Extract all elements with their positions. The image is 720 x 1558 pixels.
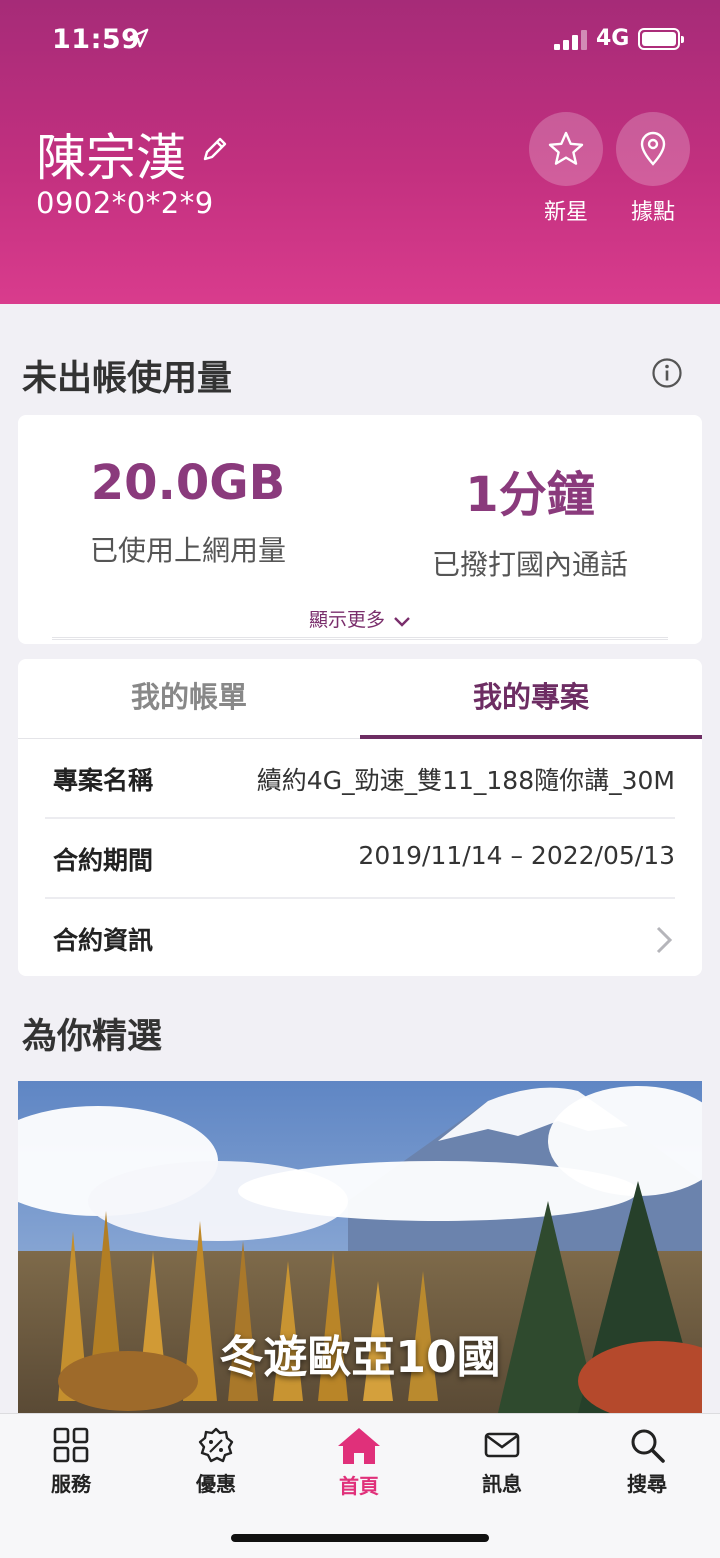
nav-home-label: 首頁	[339, 1474, 379, 1498]
usage-card: 20.0GB 已使用上網用量 1分鐘 已撥打國內通話 顯示更多	[18, 415, 702, 644]
contract-period-value: 2019/11/14 – 2022/05/13	[358, 841, 675, 870]
signal-icon	[554, 30, 588, 50]
user-phone: 0902*0*2*9	[36, 186, 214, 220]
nav-offers[interactable]: 優惠	[166, 1426, 266, 1497]
new-star-button[interactable]: 新星	[529, 112, 603, 226]
star-icon	[548, 131, 584, 165]
location-pin-icon	[640, 131, 666, 166]
header: 11:59 4G 陳宗漢 0902*0*2*9 新星 據點	[0, 0, 720, 304]
show-more-button[interactable]: 顯示更多	[18, 605, 702, 632]
data-usage: 20.0GB 已使用上網用量	[38, 455, 338, 569]
plan-name-key: 專案名稱	[53, 766, 154, 795]
voice-usage-value: 1分鐘	[465, 467, 595, 523]
pencil-edit-icon[interactable]	[200, 134, 230, 164]
data-usage-value: 20.0GB	[90, 455, 286, 511]
location-arrow-icon	[129, 28, 149, 48]
status-bar: 11:59 4G	[0, 0, 720, 80]
voice-usage-label: 已撥打國內通話	[431, 548, 628, 581]
plan-name-row: 專案名稱 續約4G_勁速_雙11_188隨你講_30M	[45, 739, 675, 819]
nav-offers-label: 優惠	[196, 1472, 236, 1496]
chevron-down-icon	[394, 617, 410, 627]
nav-services-label: 服務	[51, 1472, 91, 1496]
grid-icon	[53, 1427, 89, 1463]
home-icon	[338, 1428, 380, 1464]
info-icon[interactable]	[651, 357, 683, 389]
featured-section-title: 為你精選	[22, 1017, 163, 1057]
divider	[52, 637, 668, 640]
nav-messages-label: 訊息	[482, 1472, 522, 1496]
contract-info-row[interactable]: 合約資訊	[45, 899, 675, 979]
data-usage-label: 已使用上網用量	[89, 534, 286, 567]
mail-icon	[484, 1432, 520, 1458]
nav-messages[interactable]: 訊息	[452, 1426, 552, 1497]
nav-services[interactable]: 服務	[21, 1426, 121, 1497]
locations-label: 據點	[630, 200, 675, 225]
tab-my-bill[interactable]: 我的帳單	[18, 659, 360, 739]
voice-usage: 1分鐘 已撥打國內通話	[380, 455, 680, 583]
home-indicator	[231, 1534, 489, 1542]
contract-period-row: 合約期間 2019/11/14 – 2022/05/13	[45, 819, 675, 899]
contract-info-key: 合約資訊	[53, 926, 154, 955]
tab-bar: 我的帳單 我的專案	[18, 659, 702, 739]
featured-banner[interactable]: 冬遊歐亞10國	[18, 1081, 702, 1413]
contract-period-key: 合約期間	[53, 846, 154, 875]
coupon-icon	[198, 1427, 234, 1463]
usage-section-title: 未出帳使用量	[22, 359, 233, 399]
nav-home[interactable]: 首頁	[309, 1426, 409, 1499]
banner-title: 冬遊歐亞10國	[219, 1332, 501, 1383]
user-name: 陳宗漢	[36, 129, 186, 187]
battery-icon	[638, 28, 684, 50]
show-more-label: 顯示更多	[308, 609, 385, 631]
plan-card: 我的帳單 我的專案 專案名稱 續約4G_勁速_雙11_188隨你講_30M 合約…	[18, 659, 702, 976]
new-star-label: 新星	[543, 200, 588, 225]
locations-button[interactable]: 據點	[616, 112, 690, 226]
chevron-right-icon	[656, 926, 673, 954]
tab-my-plan[interactable]: 我的專案	[360, 659, 702, 739]
network-type: 4G	[596, 26, 630, 51]
nav-search-label: 搜尋	[627, 1472, 667, 1496]
plan-name-value: 續約4G_勁速_雙11_188隨你講_30M	[256, 766, 675, 795]
nav-search[interactable]: 搜尋	[597, 1426, 697, 1497]
search-icon	[631, 1429, 665, 1463]
